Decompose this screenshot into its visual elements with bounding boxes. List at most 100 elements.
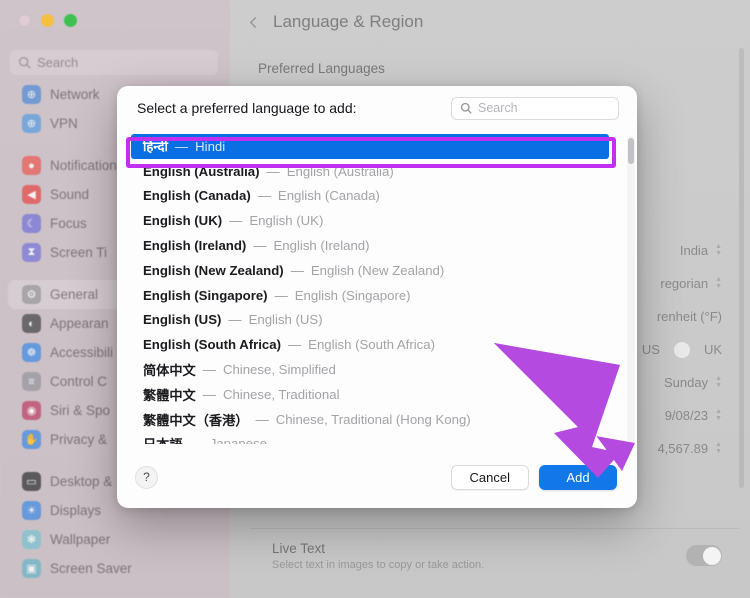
language-native-name: English (New Zealand) (143, 262, 284, 278)
language-separator: — (274, 287, 288, 303)
appearance-icon: ◐ (22, 314, 41, 333)
sidebar-item-label: Screen Saver (50, 561, 132, 576)
language-row[interactable]: English (US) — English (US) (131, 308, 623, 333)
hand-icon: ✋ (22, 430, 41, 449)
annotation-arrow (494, 343, 635, 478)
language-separator: — (202, 362, 216, 378)
language-separator: — (287, 337, 302, 353)
language-english-name: English (New Zealand) (310, 262, 445, 278)
language-separator: — (228, 312, 242, 328)
sidebar-item-label: Desktop & (50, 474, 113, 489)
language-search-input[interactable]: Search (451, 96, 619, 120)
language-english-name: Japanese (209, 436, 267, 444)
close-button[interactable] (18, 14, 31, 27)
back-chevron-icon[interactable] (248, 16, 259, 28)
language-native-name: 繁體中文（香港） (143, 412, 249, 428)
live-text-row: Live Text Select text in images to copy … (250, 528, 740, 582)
sidebar-item-label: Displays (50, 503, 102, 518)
language-native-name: 简体中文 (143, 363, 196, 379)
sidebar-item-label: Notification (50, 158, 117, 173)
setting-value: 9/08/23 (664, 408, 709, 423)
live-text-subtitle: Select text in images to copy or take ac… (272, 558, 485, 571)
language-separator: — (229, 213, 243, 229)
siri-icon: ◉ (22, 401, 41, 420)
language-english-name: Chinese, Traditional (222, 386, 340, 402)
content-header: Language & Region (230, 0, 750, 44)
language-native-name: English (South Africa) (143, 337, 281, 353)
bell-icon: ● (22, 156, 41, 175)
language-english-name: English (Singapore) (294, 287, 411, 303)
gear-icon: ⚙ (22, 285, 41, 304)
sidebar-item-label: Focus (50, 216, 87, 231)
language-native-name: English (UK) (143, 213, 223, 229)
sidebar-item-label: Screen Ti (50, 245, 108, 260)
sidebar-item-label: Network (50, 87, 100, 102)
language-row-selected[interactable]: हिन्दी — Hindi (131, 134, 609, 159)
stepper-icon[interactable]: ▲ ▼ (715, 276, 722, 290)
globe-icon: ⊕ (22, 85, 41, 104)
control-center-icon: ≡ (22, 372, 41, 391)
search-icon (460, 102, 472, 114)
sidebar-item-label: General (50, 287, 99, 302)
sidebar-search-input[interactable]: Search (10, 50, 218, 75)
segment-uk[interactable]: UK (704, 342, 722, 357)
sidebar-item-screen-saver[interactable]: ▣ Screen Saver (8, 554, 222, 583)
language-row[interactable]: English (Australia) — English (Australia) (131, 159, 623, 184)
speaker-icon: ◀ (22, 185, 41, 204)
scrollbar-thumb[interactable] (628, 138, 634, 164)
setting-value: Sunday (663, 375, 709, 390)
minimize-button[interactable] (41, 14, 54, 27)
preferred-languages-label: Preferred Languages (258, 61, 385, 76)
dialog-prompt: Select a preferred language to add: (137, 100, 357, 116)
language-separator: — (202, 386, 216, 402)
language-row[interactable]: English (Ireland) — English (Ireland) (131, 233, 623, 258)
language-native-name: English (Canada) (143, 188, 251, 204)
sidebar-item-label: VPN (50, 116, 78, 131)
window-scrollbar[interactable] (739, 48, 744, 488)
language-english-name: English (Australia) (286, 163, 394, 179)
zoom-button[interactable] (64, 14, 77, 27)
language-search-placeholder: Search (478, 101, 518, 115)
segment-knob (673, 341, 690, 358)
language-separator: — (266, 163, 280, 179)
language-native-name: 繁體中文 (143, 387, 196, 403)
hourglass-icon: ⧗ (22, 243, 41, 262)
dialog-header: Select a preferred language to add: Sear… (117, 86, 637, 130)
sidebar-item-wallpaper[interactable]: ❃ Wallpaper (8, 525, 222, 554)
accessibility-icon: ☸ (22, 343, 41, 362)
display-icon: ☀ (22, 501, 41, 520)
language-english-name: English (UK) (249, 213, 324, 229)
live-text-toggle[interactable] (686, 545, 722, 566)
sidebar-item-label: Accessibili (50, 345, 114, 360)
sidebar-item-label: Sound (50, 187, 90, 202)
language-row[interactable]: English (Singapore) — English (Singapore) (131, 283, 623, 308)
language-separator: — (189, 436, 203, 444)
setting-value: 4,567.89 (657, 441, 709, 456)
language-native-name: 日本語 (143, 434, 183, 444)
wallpaper-icon: ❃ (22, 530, 41, 549)
language-row[interactable]: English (New Zealand) — English (New Zeala… (131, 258, 623, 283)
language-row[interactable]: English (UK) — English (UK) (131, 208, 623, 233)
sidebar-item-label: Appearan (50, 316, 109, 331)
setting-value: renheit (°F) (656, 309, 722, 324)
language-english-name: Chinese, Traditional (Hong Kong) (275, 411, 471, 427)
language-row[interactable]: English (Canada) — English (Canada) (131, 184, 623, 209)
sidebar-search-placeholder: Search (37, 55, 79, 70)
sidebar-item-label: Privacy & (50, 432, 108, 447)
language-native-name: English (Singapore) (143, 287, 268, 303)
stepper-icon[interactable]: ▲ ▼ (715, 408, 722, 422)
language-native-name: English (Ireland) (143, 238, 247, 254)
language-english-name: English (US) (248, 312, 323, 328)
language-english-name: English (Ireland) (273, 238, 370, 254)
moon-icon: ☾ (22, 214, 41, 233)
stepper-icon[interactable]: ▲ ▼ (715, 441, 722, 455)
language-separator: — (257, 188, 271, 204)
language-separator: — (290, 262, 304, 278)
stepper-icon[interactable]: ▲ ▼ (715, 243, 722, 257)
sidebar-item-label: Control C (50, 374, 108, 389)
setting-value: regorian (660, 276, 709, 291)
language-english-name: Chinese, Simplified (222, 362, 336, 378)
language-native-name: English (Australia) (143, 163, 260, 179)
help-button[interactable]: ? (135, 465, 158, 489)
stepper-icon[interactable]: ▲ ▼ (715, 375, 722, 389)
